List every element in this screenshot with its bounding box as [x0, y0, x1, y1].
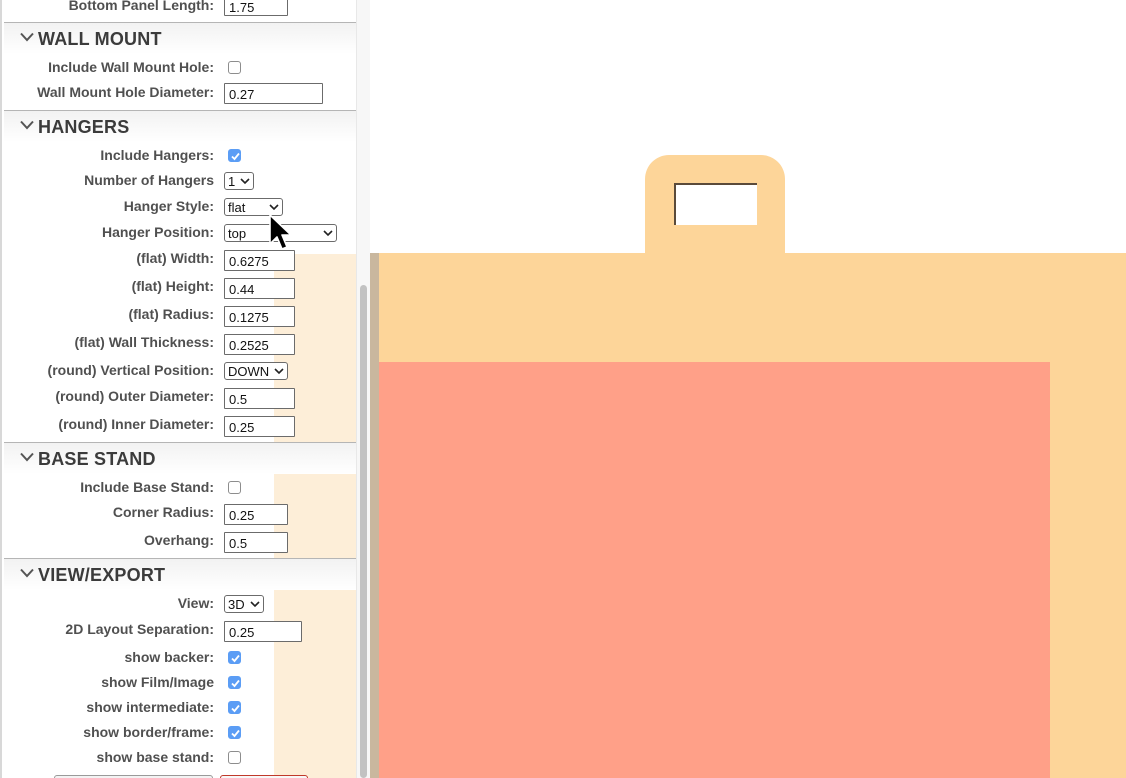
hanger-position-value: top — [228, 226, 247, 241]
scrollbar-thumb[interactable] — [360, 285, 367, 778]
round-inner-diameter-label: (round) Inner Diameter: — [58, 416, 214, 432]
checkmark-icon — [231, 704, 240, 713]
round-vertical-position-value: DOWN — [228, 364, 270, 379]
flat-height-input[interactable]: 0.44 — [224, 278, 295, 299]
flat-wall-thickness-input[interactable]: 0.2525 — [224, 334, 295, 355]
show-film-label: show Film/Image — [101, 674, 214, 690]
wall-mount-diameter-label: Wall Mount Hole Diameter: — [37, 84, 214, 100]
mouse-pointer-icon — [269, 214, 292, 250]
layout-separation-input[interactable]: 0.25 — [224, 621, 302, 642]
section-title-wall-mount: WALL MOUNT — [38, 29, 162, 49]
section-header-hangers[interactable]: HANGERS — [4, 111, 357, 142]
round-outer-diameter-label: (round) Outer Diameter: — [55, 388, 214, 404]
layout-separation-label: 2D Layout Separation: — [65, 621, 214, 637]
chevron-down-icon — [20, 32, 34, 42]
section-title-view-export: VIEW/EXPORT — [38, 565, 166, 585]
include-hangers-label: Include Hangers: — [100, 147, 214, 163]
flat-width-input[interactable]: 0.6275 — [224, 250, 295, 271]
show-backer-label: show backer: — [124, 649, 214, 665]
round-vertical-position-select[interactable]: DOWN — [224, 362, 288, 380]
hanger-style-label: Hanger Style: — [123, 198, 214, 214]
flat-wall-thickness-label: (flat) Wall Thickness: — [74, 334, 214, 350]
chevron-down-icon — [20, 120, 34, 130]
dropdown-arrow-icon — [274, 368, 284, 375]
hanger-position-label: Hanger Position: — [101, 224, 214, 240]
round-vertical-position-label: (round) Vertical Position: — [47, 362, 214, 378]
include-hangers-checkbox[interactable] — [228, 149, 241, 162]
checkmark-icon — [231, 729, 240, 738]
chevron-down-icon — [20, 568, 34, 578]
view-value: 3D — [228, 597, 245, 612]
flat-radius-input[interactable]: 0.1275 — [224, 306, 295, 327]
checkmark-icon — [231, 152, 240, 161]
include-wall-mount-label: Include Wall Mount Hole: — [48, 59, 214, 75]
section-header-view-export[interactable]: VIEW/EXPORT — [4, 559, 357, 590]
wall-mount-diameter-input[interactable]: 0.27 — [224, 83, 323, 104]
flat-height-label: (flat) Height: — [131, 278, 214, 294]
bottom-panel-length-label: Bottom Panel Length: — [68, 0, 214, 13]
view-select[interactable]: 3D — [224, 595, 264, 613]
section-header-base-stand[interactable]: BASE STAND — [4, 443, 357, 474]
corner-radius-label: Corner Radius: — [112, 504, 214, 520]
round-inner-diameter-input[interactable]: 0.25 — [224, 416, 295, 437]
dropdown-arrow-icon — [240, 178, 250, 185]
show-intermediate-checkbox[interactable] — [228, 701, 241, 714]
include-base-stand-label: Include Base Stand: — [80, 479, 214, 495]
hanger-style-value: flat — [228, 200, 246, 215]
flat-radius-label: (flat) Radius: — [128, 306, 214, 322]
dropdown-arrow-icon — [323, 230, 333, 237]
checkmark-icon — [231, 654, 240, 663]
dropdown-arrow-icon — [269, 204, 279, 211]
overhang-input[interactable]: 0.5 — [224, 532, 288, 553]
show-film-checkbox[interactable] — [228, 676, 241, 689]
include-wall-mount-checkbox[interactable] — [228, 61, 241, 74]
bottom-panel-length-input[interactable]: 1.75 — [224, 0, 288, 16]
section-title-hangers: HANGERS — [38, 117, 130, 137]
film-image — [379, 362, 1050, 778]
dropdown-arrow-icon — [250, 601, 260, 608]
number-of-hangers-select[interactable]: 1 — [224, 172, 254, 190]
show-base-stand-label: show base stand: — [96, 749, 214, 765]
section-header-wall-mount[interactable]: WALL MOUNT — [4, 23, 357, 54]
corner-radius-input[interactable]: 0.25 — [224, 504, 288, 525]
checkmark-icon — [231, 679, 240, 688]
frame-side-shadow — [370, 253, 379, 778]
section-title-base-stand: BASE STAND — [38, 449, 156, 469]
settings-panel: Bottom Panel Length: 1.75 WALL MOUNT Inc… — [0, 0, 370, 778]
round-outer-diameter-input[interactable]: 0.5 — [224, 388, 295, 409]
include-base-stand-checkbox[interactable] — [228, 481, 241, 494]
show-border-checkbox[interactable] — [228, 726, 241, 739]
number-of-hangers-label: Number of Hangers — [84, 172, 214, 188]
settings-content: Bottom Panel Length: 1.75 WALL MOUNT Inc… — [0, 0, 357, 778]
show-backer-checkbox[interactable] — [228, 651, 241, 664]
show-base-stand-checkbox[interactable] — [228, 751, 241, 764]
number-of-hangers-value: 1 — [228, 174, 236, 189]
view-label: View: — [177, 595, 214, 611]
hanger-hole — [674, 183, 757, 225]
overhang-label: Overhang: — [143, 532, 214, 548]
show-border-label: show border/frame: — [83, 724, 214, 740]
show-intermediate-label: show intermediate: — [86, 699, 214, 715]
flat-width-label: (flat) Width: — [136, 250, 214, 266]
panel-scrollbar[interactable] — [356, 0, 370, 778]
chevron-down-icon — [20, 452, 34, 462]
